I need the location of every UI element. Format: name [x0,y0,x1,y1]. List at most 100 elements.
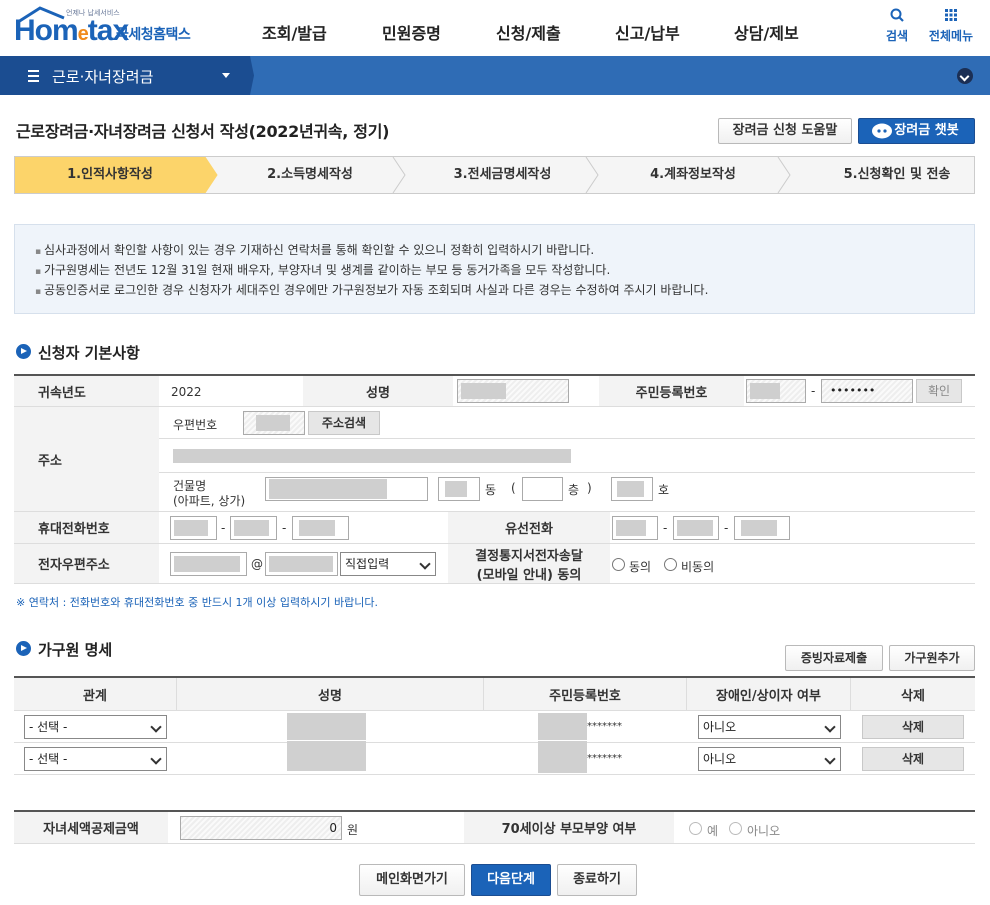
rrn-dash: - [811,384,816,398]
landline-1-input[interactable] [612,516,658,540]
address-row [159,439,975,473]
rrn-confirm-button[interactable]: 확인 [916,379,962,403]
step-4: 4.계좌정보작성 [650,167,736,182]
member-rrn-masked[interactable] [538,741,587,773]
help-button[interactable]: 장려금 신청 도움말 [718,118,852,144]
notice-item: 심사과정에서 확인할 사항이 있는 경우 기재하신 연락처를 통해 확인할 수 … [35,241,974,261]
hamburger-icon [28,70,39,82]
menu-certificate[interactable]: 민원증명 [382,20,441,44]
child-credit-input: 0 [180,816,342,840]
parent-no-label: 아니오 [747,824,781,838]
notify-cell: 동의 비동의 [610,544,975,584]
landline-dash: - [663,521,668,535]
ho-label: 호 [658,483,670,497]
name-input[interactable] [457,379,569,403]
mobile-3-input[interactable] [292,516,349,540]
relation-select[interactable]: - 선택 - [24,715,167,739]
step-1: 1.인적사항작성 [15,157,205,193]
mobile-dash: - [282,521,287,535]
notice-box: 심사과정에서 확인할 사항이 있는 경우 기재하신 연락처를 통해 확인할 수 … [14,224,975,314]
chevron-down-icon [222,73,230,78]
email-id-input[interactable] [170,552,247,576]
ho-input[interactable] [611,477,653,501]
parent-no-radio[interactable] [729,822,742,835]
top-header: 언제나 납세서비스 Hometax 국세청홈택스 조회/발급 민원증명 신청/제… [0,0,990,56]
search-button[interactable]: 검색 [872,8,922,44]
email-domain-input[interactable] [265,552,338,576]
dong-input[interactable] [438,477,480,501]
member-rrn-masked[interactable] [538,713,587,740]
col-name: 성명 [177,678,484,711]
landline-3-input[interactable] [734,516,790,540]
landline-dash: - [724,521,729,535]
disagree-label: 비동의 [681,560,715,574]
col-rrn: 주민등록번호 [484,678,687,711]
disabled-select[interactable]: 아니오 [698,715,841,739]
email-at: @ [251,557,263,571]
all-menu-label: 전체메뉴 [928,29,974,43]
exit-button[interactable]: 종료하기 [557,864,637,896]
member-name-masked[interactable] [287,713,366,740]
building-input[interactable] [265,477,428,501]
step-indicator: 1.인적사항작성 2.소득명세작성 3.전세금명세작성 4.계좌정보작성 5.신… [14,156,975,194]
evidence-submit-button[interactable]: 증빙자료제출 [785,645,883,671]
building-row: 건물명 (아파트, 상가) 동 ( 층 ) 호 [159,473,975,512]
menu-inquiry[interactable]: 조회/발급 [262,20,327,44]
hometax-logo[interactable]: 언제나 납세서비스 Hometax 국세청홈택스 [14,6,214,50]
location-bar: 근로·자녀장려금 [0,56,990,95]
floor-input[interactable] [522,477,563,501]
parent-support-cell: 예 아니오 [674,812,975,844]
rrn-tail: ******* [587,721,622,732]
postcode-input[interactable] [243,411,305,435]
mobile-2-input[interactable] [230,516,277,540]
rrn-front-input[interactable] [746,379,806,403]
email-label: 전자우편주소 [14,544,159,584]
address-masked [173,449,571,463]
rrn-back-input[interactable]: ••••••• [821,379,913,403]
agree-radio[interactable] [612,558,625,571]
step-arrow [585,157,599,193]
member-name-masked[interactable] [287,741,366,771]
address-search-button[interactable]: 주소검색 [308,411,380,435]
chatbot-button[interactable]: 장려금 챗봇 [858,118,975,144]
location-current[interactable]: 근로·자녀장려금 [0,56,250,95]
child-credit-cell: 0 원 [168,812,464,844]
relation-select[interactable]: - 선택 - [24,747,167,771]
main-page-button[interactable]: 메인화면가기 [359,864,465,896]
col-relation: 관계 [14,678,177,711]
menu-consult[interactable]: 상담/제보 [734,20,799,44]
step-arrow [204,157,218,193]
add-member-button[interactable]: 가구원추가 [889,645,975,671]
step-arrow [777,157,791,193]
delete-button[interactable]: 삭제 [862,715,964,739]
parent-yes-radio[interactable] [689,822,702,835]
rrn-label: 주민등록번호 [599,376,744,407]
household-section-title: 가구원 명세 [38,641,113,659]
delete-button[interactable]: 삭제 [862,747,964,771]
chatbot-label: 장려금 챗봇 [894,123,959,138]
postcode-label: 우편번호 [173,418,218,432]
menu-application[interactable]: 신청/제출 [496,20,561,44]
all-menu-button[interactable]: 전체메뉴 [926,8,976,44]
household-table: 관계 성명 주민등록번호 장애인/상이자 여부 삭제 - 선택 - ******… [14,676,975,775]
parent-support-label: 70세이상 부모부양 여부 [464,812,674,844]
mobile-1-input[interactable] [170,516,217,540]
step-3: 3.전세금명세작성 [453,167,552,182]
landline-2-input[interactable] [673,516,719,540]
menu-filing[interactable]: 신고/납부 [615,20,680,44]
rrn-tail: ******* [587,753,622,764]
paren-open: ( [511,481,516,495]
next-step-button[interactable]: 다음단계 [471,864,551,896]
mobile-cell: - - [159,512,448,544]
contact-note: ※ 연락처 : 전화번호와 휴대전화번호 중 반드시 1개 이상 입력하시기 바… [16,596,378,609]
logo-korean: 국세청홈택스 [116,27,191,43]
email-domain-select[interactable]: 직접입력 [340,552,436,576]
disagree-radio[interactable] [664,558,677,571]
location-title: 근로·자녀장려금 [52,68,154,86]
disabled-select[interactable]: 아니오 [698,747,841,771]
name-cell [453,376,599,407]
expand-circle-icon[interactable] [957,68,973,84]
floor-label: 층 [568,483,580,497]
landline-cell: - - [610,512,975,544]
agree-label: 동의 [629,560,652,574]
